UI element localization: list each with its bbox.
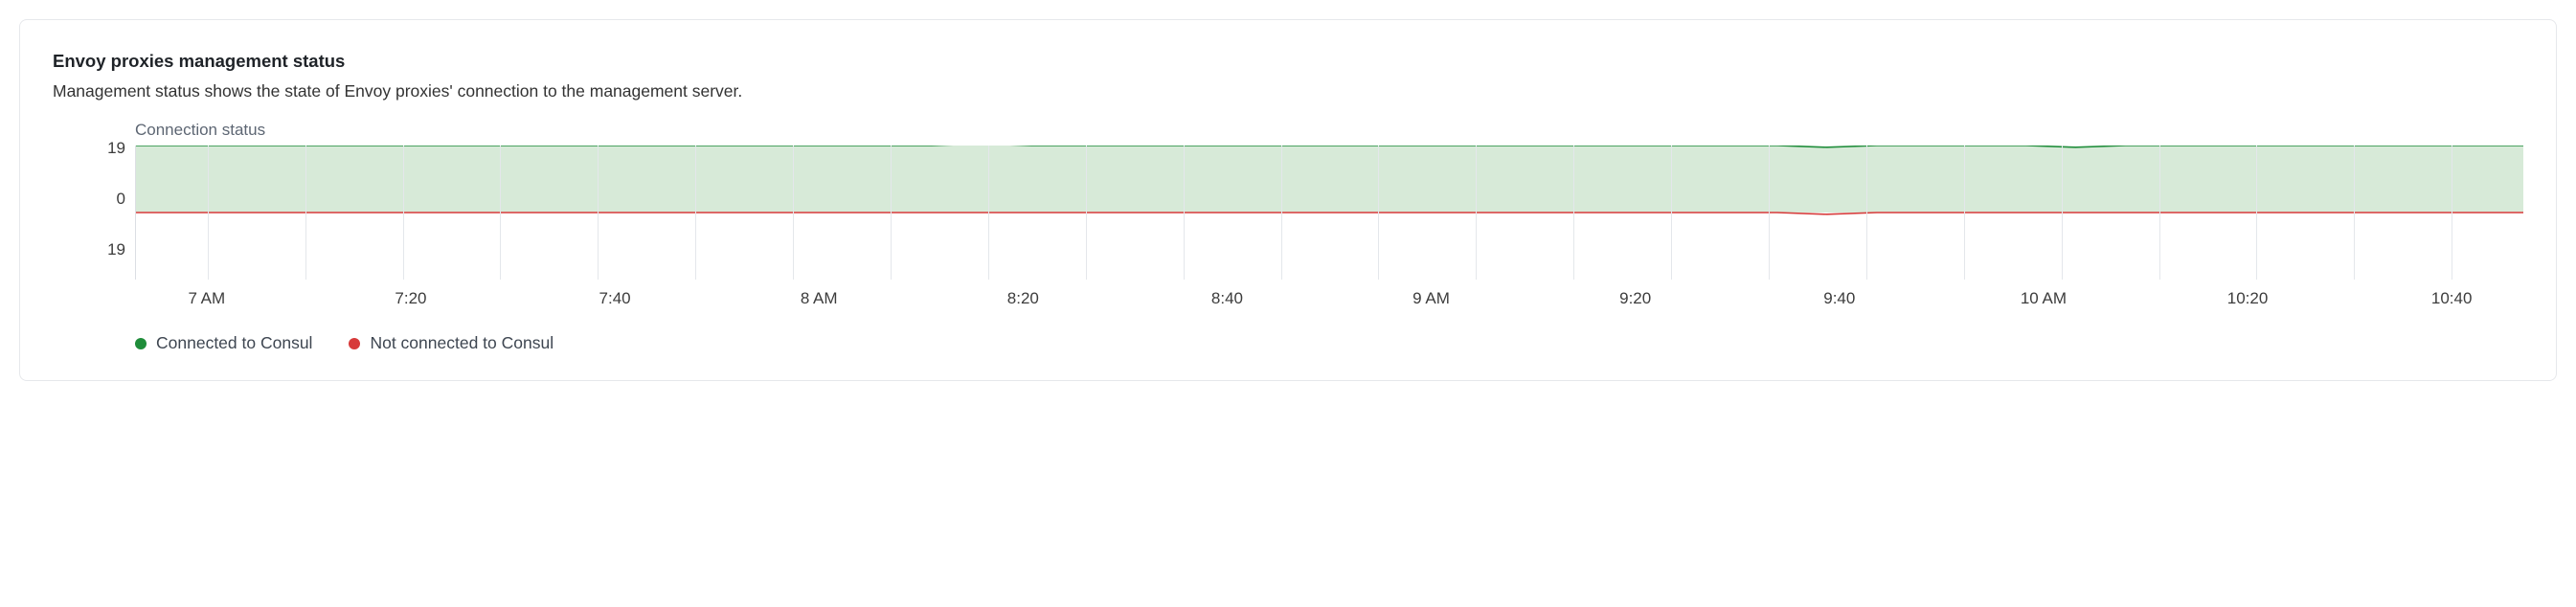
legend-dot-icon bbox=[135, 338, 147, 349]
status-card: Envoy proxies management status Manageme… bbox=[19, 19, 2557, 381]
x-tick: 9:20 bbox=[1619, 289, 1651, 308]
x-tick: 10:20 bbox=[2227, 289, 2269, 308]
x-tick: 10:40 bbox=[2431, 289, 2473, 308]
x-tick: 8:20 bbox=[1007, 289, 1039, 308]
y-tick: 0 bbox=[117, 190, 125, 209]
x-tick: 7:20 bbox=[395, 289, 426, 308]
x-tick: 8 AM bbox=[801, 289, 838, 308]
section-title: Envoy proxies management status bbox=[53, 51, 2523, 72]
chart-title: Connection status bbox=[135, 121, 2523, 140]
x-axis: 7 AM 7:20 7:40 8 AM 8:20 8:40 9 AM 9:20 9:40 10 A… bbox=[135, 289, 2523, 312]
legend-item-connected: Connected to Consul bbox=[135, 333, 312, 353]
legend: Connected to Consul Not connected to Con… bbox=[135, 333, 2523, 353]
x-tick: 8:40 bbox=[1211, 289, 1243, 308]
section-description: Management status shows the state of Env… bbox=[53, 81, 2523, 101]
y-axis: 19 0 19 bbox=[53, 146, 135, 280]
legend-label: Connected to Consul bbox=[156, 333, 312, 353]
y-tick: 19 bbox=[107, 240, 125, 259]
x-tick: 9 AM bbox=[1412, 289, 1450, 308]
y-tick: 19 bbox=[107, 139, 125, 158]
x-tick: 10 AM bbox=[2021, 289, 2067, 308]
chart-svg bbox=[136, 146, 2523, 280]
chart-area: 19 0 19 bbox=[53, 146, 2523, 280]
x-tick: 7:40 bbox=[599, 289, 631, 308]
plot-area[interactable] bbox=[135, 146, 2523, 280]
legend-dot-icon bbox=[349, 338, 360, 349]
x-tick: 9:40 bbox=[1823, 289, 1855, 308]
legend-label: Not connected to Consul bbox=[370, 333, 554, 353]
x-tick: 7 AM bbox=[188, 289, 225, 308]
legend-item-notconnected: Not connected to Consul bbox=[349, 333, 554, 353]
